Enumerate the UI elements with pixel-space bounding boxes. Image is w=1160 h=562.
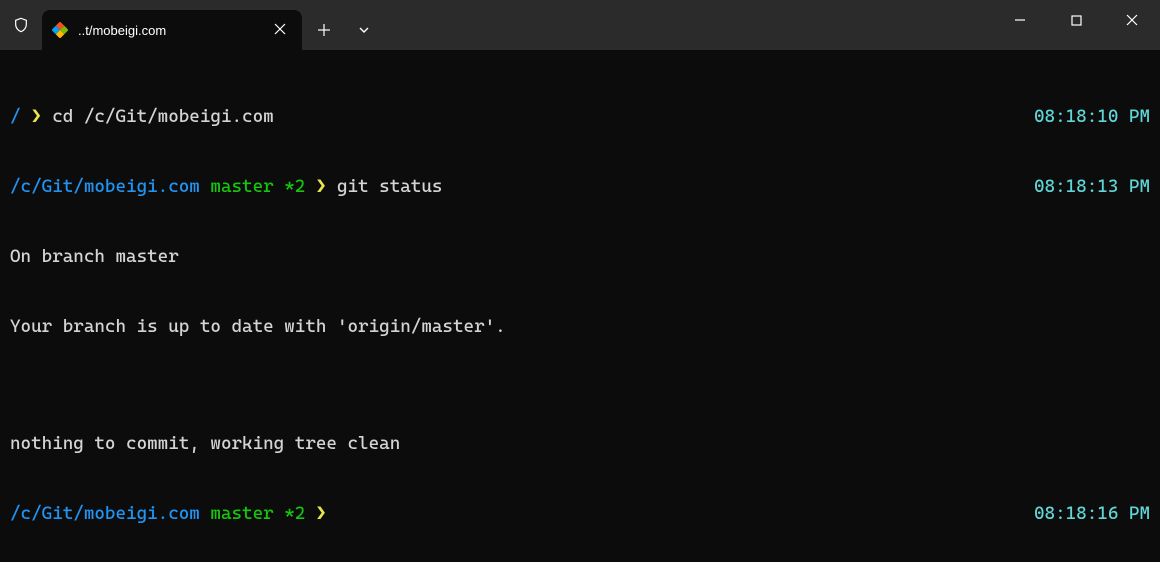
window-controls <box>992 0 1160 40</box>
minimize-button[interactable] <box>992 0 1048 40</box>
timestamp: 08:18:13 PM <box>1034 175 1150 198</box>
plus-icon <box>318 24 330 36</box>
chevron-down-icon <box>358 24 370 36</box>
output-line: Your branch is up to date with 'origin/m… <box>10 315 1150 338</box>
output-line: nothing to commit, working tree clean <box>10 432 1150 455</box>
terminal-line: /c/Git/mobeigi.com master *2 ❯ git statu… <box>10 175 1150 198</box>
prompt-segment: / ❯ cd /c/Git/mobeigi.com <box>10 105 274 128</box>
minimize-icon <box>1014 14 1026 26</box>
close-icon <box>274 23 286 35</box>
close-window-button[interactable] <box>1104 0 1160 40</box>
titlebar: ..t/mobeigi.com <box>0 0 1160 50</box>
terminal-line: /c/Git/mobeigi.com master *2 ❯ 08:18:16 … <box>10 502 1150 525</box>
prompt-segment: /c/Git/mobeigi.com master *2 ❯ git statu… <box>10 175 442 198</box>
timestamp: 08:18:16 PM <box>1034 502 1150 525</box>
prompt-arrow: ❯ <box>316 176 337 197</box>
maximize-icon <box>1071 15 1082 26</box>
terminal-body[interactable]: / ❯ cd /c/Git/mobeigi.com 08:18:10 PM /c… <box>0 50 1160 557</box>
close-icon <box>1126 14 1138 26</box>
prompt-path: /c/Git/mobeigi.com <box>10 176 210 197</box>
output-line: On branch master <box>10 245 1150 268</box>
timestamp: 08:18:10 PM <box>1034 105 1150 128</box>
terminal-tab[interactable]: ..t/mobeigi.com <box>42 10 302 50</box>
command-text: git status <box>337 176 442 197</box>
prompt-branch: master *2 <box>210 503 315 524</box>
prompt-path: /c/Git/mobeigi.com <box>10 503 210 524</box>
tab-dropdown-button[interactable] <box>346 14 382 46</box>
tab-actions <box>306 10 382 50</box>
tab-app-icon <box>52 22 68 38</box>
prompt-arrow: ❯ <box>316 503 337 524</box>
tab-close-button[interactable] <box>270 21 290 40</box>
new-tab-button[interactable] <box>306 14 342 46</box>
prompt-path: / <box>10 106 31 127</box>
prompt-branch: master *2 <box>210 176 315 197</box>
shield-icon <box>13 17 29 33</box>
shield-icon-holder <box>0 0 42 50</box>
command-text: cd /c/Git/mobeigi.com <box>52 106 273 127</box>
prompt-segment: /c/Git/mobeigi.com master *2 ❯ <box>10 502 337 525</box>
terminal-line: / ❯ cd /c/Git/mobeigi.com 08:18:10 PM <box>10 105 1150 128</box>
tab-title: ..t/mobeigi.com <box>78 23 260 38</box>
prompt-arrow: ❯ <box>31 106 52 127</box>
maximize-button[interactable] <box>1048 0 1104 40</box>
